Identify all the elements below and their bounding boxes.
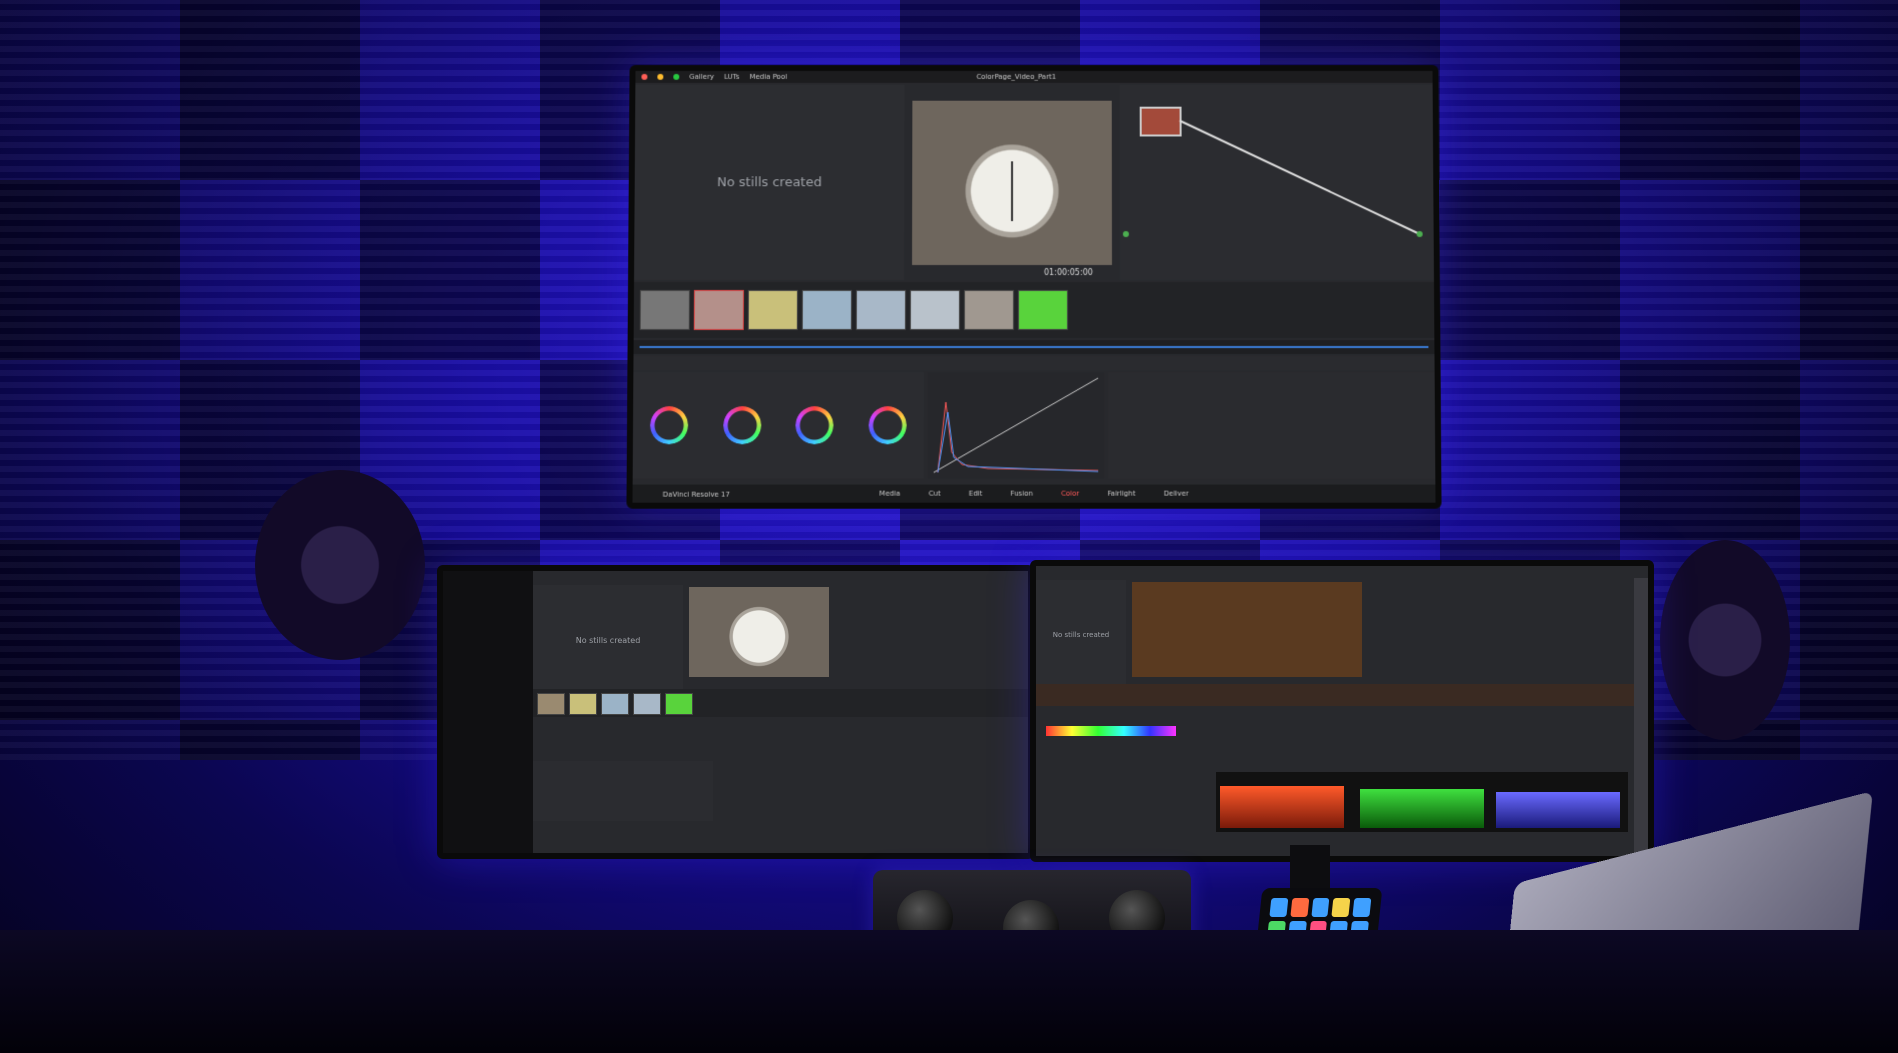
page-fairlight[interactable]: Fairlight bbox=[1107, 490, 1135, 498]
red-channel bbox=[1220, 786, 1344, 828]
clip-thumbnail[interactable] bbox=[639, 289, 690, 331]
zoom-icon[interactable] bbox=[673, 73, 680, 80]
gamma-wheel[interactable] bbox=[722, 406, 762, 445]
minimize-icon[interactable] bbox=[657, 73, 664, 80]
scale-image bbox=[689, 587, 829, 677]
resolve-color-page: Gallery LUTs Media Pool ColorPage_Video_… bbox=[632, 70, 1436, 503]
curve-graph bbox=[928, 372, 1105, 478]
clip-strip bbox=[533, 689, 1028, 717]
lift-wheel[interactable] bbox=[542, 778, 569, 804]
viewer[interactable] bbox=[912, 100, 1112, 266]
hue-bar[interactable] bbox=[1046, 726, 1176, 736]
tool-bar bbox=[633, 356, 1435, 371]
gain-wheel[interactable] bbox=[795, 406, 834, 445]
page-deliver[interactable]: Deliver bbox=[1164, 490, 1189, 498]
clip-thumbnail[interactable] bbox=[537, 693, 565, 715]
top-monitor: Gallery LUTs Media Pool ColorPage_Video_… bbox=[626, 64, 1442, 509]
gamma-wheel[interactable] bbox=[587, 778, 614, 804]
resolve-color-page-scopes: No stills created bbox=[1036, 566, 1648, 856]
clip-thumbnail[interactable] bbox=[909, 289, 960, 331]
color-wheels bbox=[533, 761, 713, 821]
window-title: ColorPage_Video_Part1 bbox=[976, 72, 1057, 81]
timecode: 01:00:05:00 bbox=[1043, 268, 1093, 278]
curves-panel[interactable] bbox=[927, 372, 1105, 479]
offset-wheel[interactable] bbox=[868, 406, 907, 445]
clip-thumbnail[interactable] bbox=[569, 693, 597, 715]
page-color[interactable]: Color bbox=[1061, 490, 1079, 498]
color-wheels bbox=[632, 372, 924, 479]
keyframes-panel bbox=[1108, 372, 1436, 479]
node-connections bbox=[1122, 85, 1434, 280]
clip-thumbnail[interactable] bbox=[963, 289, 1014, 331]
left-speaker bbox=[255, 470, 425, 660]
right-monitor: No stills created bbox=[1030, 560, 1654, 862]
gallery-panel: No stills created bbox=[533, 585, 683, 695]
macos-dock[interactable] bbox=[1634, 578, 1648, 856]
viewer[interactable] bbox=[689, 587, 829, 677]
close-icon[interactable] bbox=[641, 73, 648, 80]
blue-channel bbox=[1496, 792, 1620, 828]
offset-wheel[interactable] bbox=[677, 778, 704, 804]
menu-luts[interactable]: LUTs bbox=[724, 73, 739, 81]
scale-needle bbox=[1011, 161, 1014, 221]
gain-wheel[interactable] bbox=[632, 778, 659, 804]
page-cut[interactable]: Cut bbox=[928, 490, 940, 498]
rgb-parade-scope bbox=[1216, 772, 1628, 832]
project-label: DaVinci Resolve 17 bbox=[662, 490, 730, 499]
clip-strip bbox=[1036, 684, 1648, 706]
menu-media-pool[interactable]: Media Pool bbox=[749, 73, 787, 81]
page-media[interactable]: Media bbox=[879, 490, 900, 498]
desk bbox=[0, 930, 1898, 1053]
left-monitor-dark-area bbox=[443, 571, 533, 853]
gallery-empty-message: No stills created bbox=[575, 635, 641, 645]
lift-wheel[interactable] bbox=[650, 406, 689, 445]
mini-timeline[interactable] bbox=[633, 340, 1435, 355]
resolve-color-page: No stills created bbox=[533, 571, 1028, 853]
left-monitor: No stills created bbox=[437, 565, 1034, 859]
page-navigation: Media Cut Edit Fusion Color Fairlight De… bbox=[632, 484, 1436, 503]
clip-thumbnail[interactable] bbox=[855, 289, 906, 331]
clip-thumbnail[interactable] bbox=[801, 289, 852, 331]
clip-thumbnail[interactable] bbox=[665, 693, 693, 715]
clip-thumbnail[interactable] bbox=[633, 693, 661, 715]
right-speaker bbox=[1660, 540, 1790, 740]
clip-thumbnail[interactable] bbox=[747, 289, 798, 331]
clip-thumbnail[interactable] bbox=[601, 693, 629, 715]
clip-strip bbox=[633, 282, 1435, 339]
clip-thumbnail[interactable] bbox=[693, 289, 744, 331]
page-fusion[interactable]: Fusion bbox=[1010, 490, 1032, 498]
viewer[interactable] bbox=[1132, 582, 1362, 677]
gallery-panel: No stills created bbox=[1036, 580, 1126, 690]
gallery-panel: No stills created bbox=[634, 84, 905, 281]
green-channel bbox=[1360, 789, 1484, 828]
gallery-empty-message: No stills created bbox=[717, 174, 822, 190]
studio-scene: Gallery LUTs Media Pool ColorPage_Video_… bbox=[0, 0, 1898, 1053]
page-edit[interactable]: Edit bbox=[969, 490, 983, 498]
timeline-track bbox=[639, 346, 1429, 349]
gallery-empty-message: No stills created bbox=[1052, 631, 1110, 639]
node-editor[interactable] bbox=[1119, 84, 1434, 281]
menu-gallery[interactable]: Gallery bbox=[689, 73, 714, 81]
clip-thumbnail[interactable] bbox=[1017, 289, 1069, 331]
menu-bar: Gallery LUTs Media Pool ColorPage_Video_… bbox=[635, 70, 1433, 83]
